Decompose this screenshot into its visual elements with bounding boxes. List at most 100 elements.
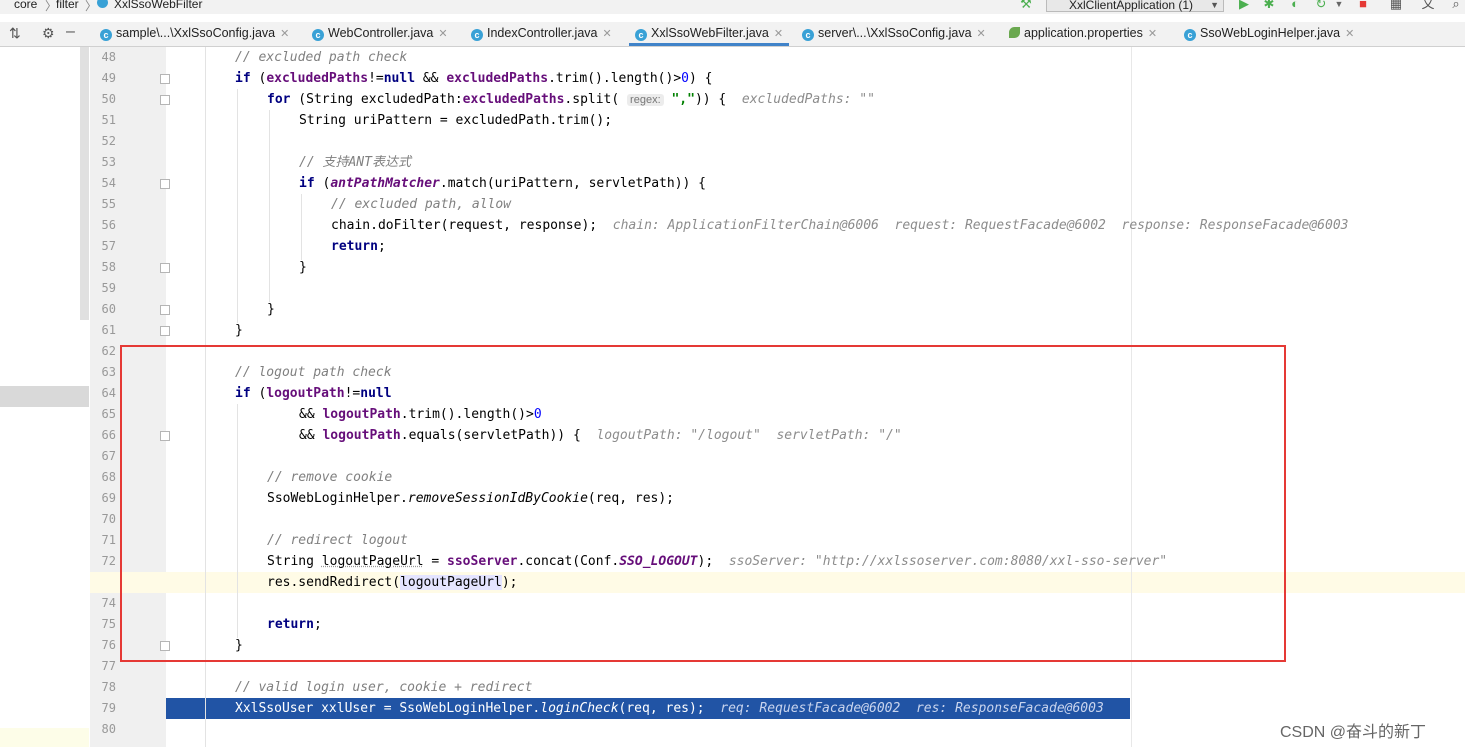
scroll-indicator[interactable] xyxy=(80,47,89,320)
line-number[interactable]: 50 xyxy=(90,89,116,110)
editor-tab-bar: ⇅ ⚙ – c sample\...\XxlSsoConfig.java ✕ c We… xyxy=(0,22,1465,47)
line-number[interactable]: 79 xyxy=(90,698,116,719)
tab-webcontroller[interactable]: c WebController.java ✕ xyxy=(312,22,448,46)
line-number[interactable]: 77 xyxy=(90,656,116,677)
line-number[interactable]: 49 xyxy=(90,68,116,89)
line-number[interactable]: 57 xyxy=(90,236,116,257)
breadcrumb-xxlssowebfilter[interactable]: XxlSsoWebFilter xyxy=(114,0,202,11)
line-number[interactable]: 61 xyxy=(90,320,116,341)
line-number[interactable]: 66 xyxy=(90,425,116,446)
line-number[interactable]: 71 xyxy=(90,530,116,551)
class-icon: c xyxy=(471,29,483,41)
code-line-79[interactable]: XxlSsoUser xxlUser = SsoWebLoginHelper.l… xyxy=(166,698,1465,719)
line-number[interactable]: 67 xyxy=(90,446,116,467)
line-number[interactable]: 52 xyxy=(90,131,116,152)
tab-application-properties[interactable]: application.properties ✕ xyxy=(1009,22,1157,46)
code-line-50[interactable]: for (String excludedPath:excludedPaths.s… xyxy=(166,89,1465,110)
code-text: } xyxy=(299,260,307,275)
code-line-53[interactable]: // 支持ANT表达式 xyxy=(166,152,1465,173)
class-icon xyxy=(97,0,108,11)
code-line-49[interactable]: if (excludedPaths!=null && excludedPaths… xyxy=(166,68,1465,89)
close-icon[interactable]: ✕ xyxy=(1148,28,1157,40)
line-number[interactable]: 80 xyxy=(90,719,116,740)
build-hammer-icon[interactable]: ⚒ xyxy=(1018,0,1034,11)
code-comment: // excluded path, allow xyxy=(331,197,512,212)
code-text: chain.doFilter(request, response); chain… xyxy=(331,218,1349,233)
code-text: } xyxy=(267,302,275,317)
close-icon[interactable]: ✕ xyxy=(1345,28,1354,40)
debug-icon[interactable]: ✱ xyxy=(1261,0,1277,11)
code-line-55[interactable]: // excluded path, allow xyxy=(166,194,1465,215)
tab-label: IndexController.java xyxy=(487,26,598,40)
code-line-57[interactable]: return; xyxy=(166,236,1465,257)
code-line-48[interactable]: // excluded path check xyxy=(166,47,1465,68)
code-text: XxlSsoUser xxlUser = SsoWebLoginHelper.l… xyxy=(235,701,1104,716)
line-number[interactable]: 59 xyxy=(90,278,116,299)
line-number[interactable]: 78 xyxy=(90,677,116,698)
code-line-54[interactable]: if (antPathMatcher.match(uriPattern, ser… xyxy=(166,173,1465,194)
code-comment: // excluded path check xyxy=(235,50,408,65)
tab-label: application.properties xyxy=(1024,26,1143,40)
close-icon[interactable]: ✕ xyxy=(774,28,783,40)
line-number[interactable]: 62 xyxy=(90,341,116,362)
code-line-56[interactable]: chain.doFilter(request, response); chain… xyxy=(166,215,1465,236)
code-line-78[interactable]: // valid login user, cookie + redirect xyxy=(166,677,1465,698)
code-line-60[interactable]: } xyxy=(166,299,1465,320)
line-number[interactable]: 65 xyxy=(90,404,116,425)
tab-label: SsoWebLoginHelper.java xyxy=(1200,26,1341,40)
minimize-icon[interactable]: – xyxy=(66,23,75,41)
line-number[interactable]: 53 xyxy=(90,152,116,173)
tab-indexcontroller[interactable]: c IndexController.java ✕ xyxy=(471,22,612,46)
line-number[interactable]: 60 xyxy=(90,299,116,320)
code-text: } xyxy=(235,323,243,338)
collapse-icon[interactable]: ⇅ xyxy=(9,25,21,42)
line-number[interactable]: 72 xyxy=(90,551,116,572)
breadcrumb-core[interactable]: core xyxy=(14,0,37,11)
class-icon: c xyxy=(312,29,324,41)
line-number[interactable]: 58 xyxy=(90,257,116,278)
stop-icon[interactable]: ■ xyxy=(1355,0,1371,11)
line-number[interactable]: 76 xyxy=(90,635,116,656)
project-structure-icon[interactable]: ▦ xyxy=(1388,0,1404,11)
coverage-icon[interactable]: ◐ xyxy=(1287,0,1303,11)
code-line-51[interactable]: String uriPattern = excludedPath.trim(); xyxy=(166,110,1465,131)
scroll-indicator xyxy=(0,728,89,747)
line-number[interactable]: 70 xyxy=(90,509,116,530)
line-number[interactable]: 54 xyxy=(90,173,116,194)
line-number[interactable]: 63 xyxy=(90,362,116,383)
code-line-61[interactable]: } xyxy=(166,320,1465,341)
tab-server-xxlssoconfig[interactable]: c server\...\XxlSsoConfig.java ✕ xyxy=(802,22,986,46)
profile-icon[interactable]: ↻ xyxy=(1313,0,1329,11)
run-icon[interactable]: ▶ xyxy=(1236,0,1252,11)
line-number[interactable]: 75 xyxy=(90,614,116,635)
breadcrumb-separator-icon: 〉 xyxy=(85,0,98,13)
line-number[interactable]: 51 xyxy=(90,110,116,131)
line-number[interactable]: 68 xyxy=(90,467,116,488)
search-icon[interactable]: ⌕ xyxy=(1448,0,1464,11)
chevron-down-icon[interactable]: ▼ xyxy=(1331,0,1347,11)
code-line-58[interactable]: } xyxy=(166,257,1465,278)
breadcrumb-filter[interactable]: filter xyxy=(56,0,79,11)
code-text: if (excludedPaths!=null && excludedPaths… xyxy=(235,71,713,86)
tab-ssoweblloginhelper[interactable]: c SsoWebLoginHelper.java ✕ xyxy=(1184,22,1354,46)
gear-icon[interactable]: ⚙ xyxy=(42,25,55,42)
line-number[interactable]: 56 xyxy=(90,215,116,236)
parameter-hint: regex: xyxy=(627,94,664,106)
line-number[interactable]: 69 xyxy=(90,488,116,509)
line-number[interactable]: 48 xyxy=(90,47,116,68)
close-icon[interactable]: ✕ xyxy=(438,28,447,40)
line-number[interactable]: 74 xyxy=(90,593,116,614)
code-text: for (String excludedPath:excludedPaths.s… xyxy=(267,92,875,107)
tab-sample-xxlssoconfig[interactable]: c sample\...\XxlSsoConfig.java ✕ xyxy=(100,22,289,46)
line-number[interactable]: 64 xyxy=(90,383,116,404)
run-configuration-select[interactable]: XxlClientApplication (1) ▼ xyxy=(1046,0,1224,12)
close-icon[interactable]: ✕ xyxy=(602,28,611,40)
close-icon[interactable]: ✕ xyxy=(280,28,289,40)
code-comment: // 支持ANT表达式 xyxy=(299,155,411,170)
class-icon: c xyxy=(635,29,647,41)
tab-xxlssowebfilter[interactable]: c XxlSsoWebFilter.java ✕ xyxy=(629,22,790,46)
line-number[interactable]: 55 xyxy=(90,194,116,215)
annotation-highlight-box xyxy=(120,345,1286,662)
translate-icon[interactable]: 文 xyxy=(1420,0,1436,11)
close-icon[interactable]: ✕ xyxy=(977,28,986,40)
